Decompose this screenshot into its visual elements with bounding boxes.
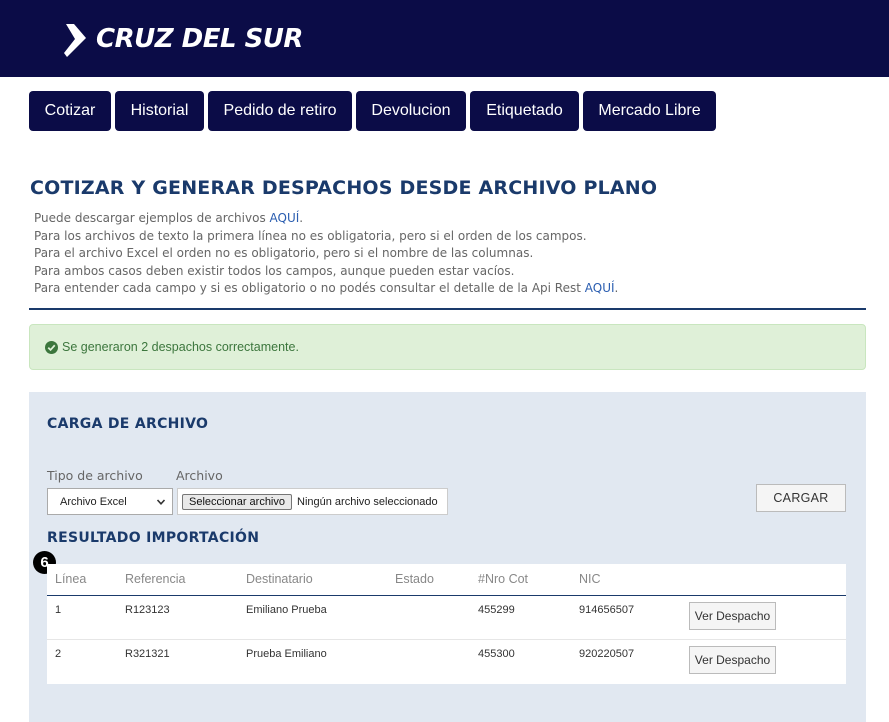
cell-destinatario: Prueba Emiliano [246, 648, 327, 660]
cell-linea: 2 [55, 648, 62, 660]
table-row: 2 R321321 Prueba Emiliano 455300 9202205… [47, 640, 846, 684]
alert-text: Se generaron 2 despachos correctamente. [62, 340, 299, 354]
table-row: 1 R123123 Emiliano Prueba 455299 9146565… [47, 596, 846, 640]
ver-despacho-button[interactable]: Ver Despacho [689, 646, 776, 674]
logo[interactable]: CRUZ DEL SUR [64, 20, 303, 58]
tab-historial[interactable]: Historial [115, 91, 204, 131]
cell-nro-cot: 455300 [478, 648, 515, 660]
logo-text: CRUZ DEL SUR [96, 24, 303, 54]
cargar-button[interactable]: CARGAR [756, 484, 846, 512]
cell-destinatario: Emiliano Prueba [246, 604, 327, 616]
cell-linea: 1 [55, 604, 62, 616]
cell-nic: 920220507 [579, 648, 635, 660]
api-rest-link[interactable]: AQUÍ [585, 281, 615, 295]
file-type-label: Tipo de archivo [47, 468, 143, 483]
download-examples-link[interactable]: AQUÍ [270, 211, 300, 225]
select-file-button[interactable]: Seleccionar archivo [182, 493, 292, 510]
info-text: Puede descargar ejemplos de archivos AQU… [34, 210, 618, 298]
col-linea: Línea [55, 572, 87, 586]
tab-pedido-de-retiro[interactable]: Pedido de retiro [208, 91, 352, 131]
col-destinatario: Destinatario [246, 572, 313, 586]
info-line-2: Para los archivos de texto la primera lí… [34, 228, 587, 243]
arrow-logo-icon [64, 24, 86, 57]
col-estado: Estado [395, 572, 434, 586]
cell-nic: 914656507 [579, 604, 635, 616]
page-title: COTIZAR Y GENERAR DESPACHOS DESDE ARCHIV… [30, 177, 658, 199]
upload-panel: CARGA DE ARCHIVO Tipo de archivo Archivo… [29, 392, 866, 722]
tab-mercado-libre[interactable]: Mercado Libre [583, 91, 716, 131]
file-input[interactable]: Seleccionar archivo Ningún archivo selec… [177, 488, 448, 515]
check-circle-icon [45, 340, 58, 354]
results-section-title: RESULTADO IMPORTACIÓN [47, 530, 260, 546]
info-line-5: Para entender cada campo y si es obligat… [34, 281, 619, 296]
tab-etiquetado[interactable]: Etiquetado [470, 91, 579, 131]
col-nro-cot: #Nro Cot [478, 572, 529, 586]
ver-despacho-button[interactable]: Ver Despacho [689, 602, 776, 630]
tab-devolucion[interactable]: Devolucion [356, 91, 466, 131]
results-table: Línea Referencia Destinatario Estado #Nr… [47, 564, 846, 684]
header-bar: CRUZ DEL SUR [0, 0, 889, 77]
success-alert: Se generaron 2 despachos correctamente. [29, 324, 866, 370]
cell-nro-cot: 455299 [478, 604, 515, 616]
divider [29, 308, 866, 310]
info-line-3: Para el archivo Excel el orden no es obl… [34, 246, 534, 261]
info-line-4: Para ambos casos deben existir todos los… [34, 263, 515, 278]
cell-referencia: R321321 [125, 648, 170, 660]
tab-cotizar[interactable]: Cotizar [29, 91, 111, 131]
table-header: Línea Referencia Destinatario Estado #Nr… [47, 564, 846, 596]
chevron-down-icon [156, 499, 166, 505]
col-referencia: Referencia [125, 572, 186, 586]
file-type-select[interactable]: Archivo Excel [47, 488, 173, 515]
cell-referencia: R123123 [125, 604, 170, 616]
info-line-1: Puede descargar ejemplos de archivos AQU… [34, 211, 304, 225]
file-status-text: Ningún archivo seleccionado [297, 495, 438, 508]
col-nic: NIC [579, 572, 601, 586]
file-type-value: Archivo Excel [60, 495, 127, 508]
file-label: Archivo [176, 468, 223, 483]
upload-section-title: CARGA DE ARCHIVO [47, 416, 209, 432]
